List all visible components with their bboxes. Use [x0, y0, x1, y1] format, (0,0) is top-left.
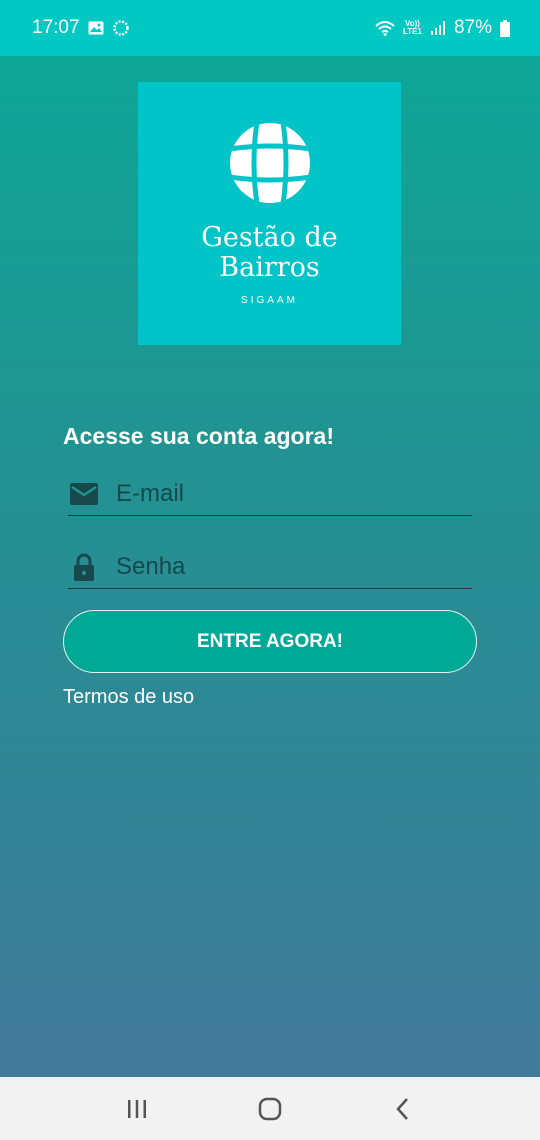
volte-icon: Vo)) LTE1: [403, 20, 422, 36]
lte-label: LTE1: [403, 27, 422, 36]
recent-apps-icon[interactable]: [107, 1084, 167, 1134]
email-field: [68, 472, 472, 516]
mail-icon: [68, 482, 116, 506]
terms-link[interactable]: Termos de uso: [63, 686, 194, 709]
submit-button[interactable]: ENTRE AGORA!: [63, 610, 477, 673]
status-right: Vo)) LTE1 87%: [375, 17, 510, 39]
wifi-icon: [375, 20, 395, 36]
globe-icon: [229, 122, 311, 209]
status-left: 17:07: [32, 17, 130, 39]
battery-icon: [500, 19, 510, 37]
lock-icon: [68, 552, 116, 582]
email-input[interactable]: [116, 479, 456, 508]
login-screen: 17:07 Vo)) LTE1 87% Gestão de Bairros SI…: [0, 0, 540, 1140]
password-input[interactable]: [116, 552, 456, 581]
signal-icon: [430, 20, 446, 36]
home-icon[interactable]: [240, 1084, 300, 1134]
login-heading: Acesse sua conta agora!: [63, 423, 335, 449]
sync-icon: [112, 19, 130, 37]
image-icon: [88, 21, 104, 35]
status-time: 17:07: [32, 17, 80, 38]
password-field: [68, 545, 472, 589]
logo-subtitle: SIGAAM: [241, 295, 298, 306]
status-bar: 17:07 Vo)) LTE1 87%: [0, 0, 540, 56]
system-nav-bar: [0, 1077, 540, 1140]
logo-title: Gestão de Bairros: [201, 222, 338, 283]
back-icon[interactable]: [373, 1084, 433, 1134]
battery-percent: 87%: [453, 17, 492, 38]
app-logo: Gestão de Bairros SIGAAM: [138, 82, 401, 345]
